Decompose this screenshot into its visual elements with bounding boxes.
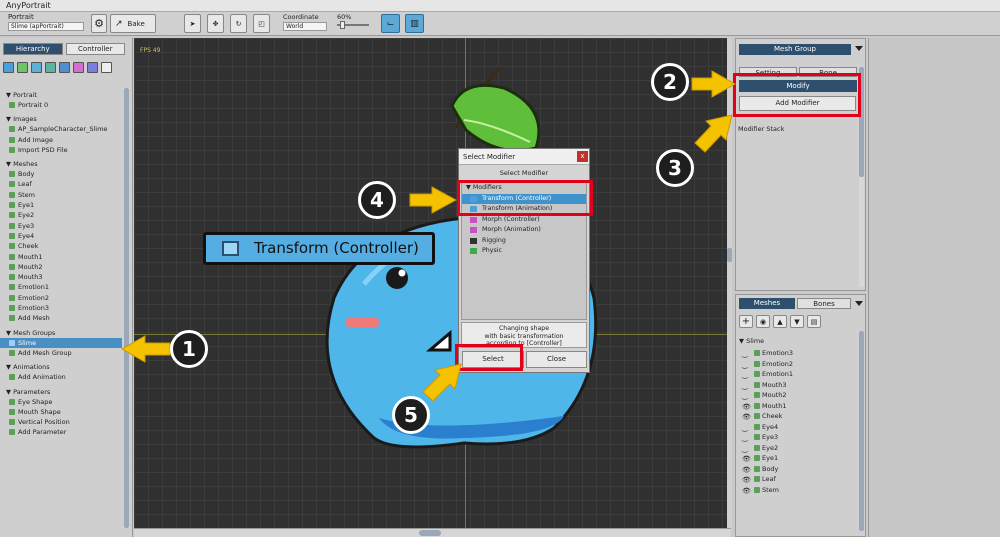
- arrow-3: [694, 114, 733, 153]
- arrow-4: [409, 186, 458, 214]
- arrow-5: [422, 363, 462, 402]
- callout-3: 3: [656, 149, 694, 187]
- arrow-1: [120, 335, 171, 363]
- callout-4: 4: [358, 181, 396, 219]
- arrow-2: [691, 70, 737, 98]
- callout-5: 5: [392, 396, 430, 434]
- callout-arrows: [120, 70, 737, 402]
- callout-2: 2: [651, 63, 689, 101]
- callout-1: 1: [170, 330, 208, 368]
